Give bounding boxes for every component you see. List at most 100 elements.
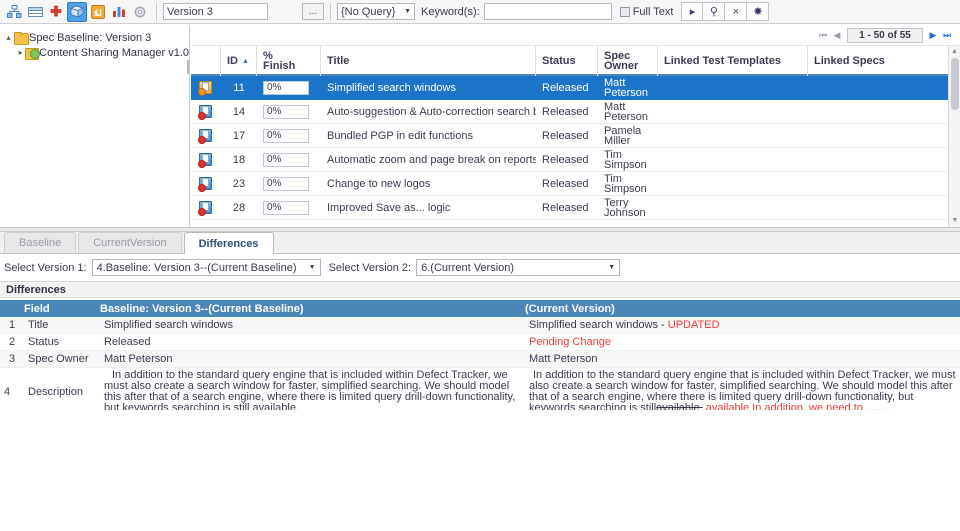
- diff-row-field: Status: [24, 334, 100, 350]
- differences-section-title: Differences: [6, 284, 66, 296]
- row-status: Released: [536, 148, 598, 172]
- table-row[interactable]: 3 Spec Owner Matt Peterson Matt Peterson: [0, 351, 960, 368]
- row-title: Automatic zoom and page break on reports: [321, 148, 536, 172]
- row-id: 17: [221, 124, 257, 148]
- query-select-value: {No Query}: [341, 6, 395, 18]
- scroll-up-icon[interactable]: ▲: [949, 46, 960, 58]
- row-owner-last: Peterson: [604, 88, 652, 98]
- table-row[interactable]: 28 0% Improved Save as... logic Released…: [191, 196, 960, 220]
- tree-node-content-sharing-manager[interactable]: ▸ Content Sharing Manager v1.0: [0, 45, 189, 60]
- row-pct-finish[interactable]: 0%: [263, 81, 309, 95]
- select-version-1-dropdown[interactable]: 4.Baseline: Version 3--(Current Baseline…: [92, 259, 321, 276]
- diff-row-baseline: Matt Peterson: [100, 351, 525, 367]
- pager-last-button[interactable]: ⏭: [940, 30, 954, 41]
- row-title: Auto-suggestion & Auto-correction search…: [321, 100, 536, 124]
- differences-table-body: 1 Title Simplified search windows Simpli…: [0, 317, 960, 417]
- row-spec-icon-cell: [191, 100, 221, 124]
- chart-bar-icon[interactable]: [109, 2, 129, 22]
- grid-header-status[interactable]: Status: [536, 46, 598, 76]
- select-version-2-dropdown[interactable]: 6.(Current Version) ▼: [416, 259, 620, 276]
- row-id: 11: [221, 76, 257, 100]
- full-text-checkbox[interactable]: Full Text: [620, 6, 674, 18]
- table-row[interactable]: 14 0% Auto-suggestion & Auto-correction …: [191, 100, 960, 124]
- tree-node-label: Spec Baseline: Version 3: [29, 32, 151, 44]
- table-row[interactable]: 2 Status Released Pending Change: [0, 334, 960, 351]
- grid-header-linked-specs-label: Linked Specs: [814, 55, 885, 67]
- add-defect-icon[interactable]: [46, 2, 66, 22]
- diff-current-separator: -: [658, 319, 668, 331]
- row-linked-tests: [658, 148, 808, 172]
- spec-icon: [199, 153, 213, 167]
- row-pct-finish[interactable]: 0%: [263, 105, 309, 119]
- diff-current-plain: Simplified search windows: [529, 319, 658, 331]
- grid-header-pct-finish[interactable]: % Finish: [257, 46, 321, 76]
- toolbar-icon-group: [0, 2, 150, 22]
- grid-header-title[interactable]: Title: [321, 46, 536, 76]
- row-status: Released: [536, 124, 598, 148]
- grid-header-id[interactable]: ID ▲: [221, 46, 257, 76]
- tab-baseline[interactable]: Baseline: [4, 232, 76, 253]
- clear-button[interactable]: ×: [725, 2, 747, 21]
- tree-twisty-expanded-icon[interactable]: ▴: [3, 33, 14, 42]
- row-owner-first: Matt: [604, 78, 652, 88]
- row-pct-finish[interactable]: 0%: [263, 177, 309, 191]
- org-chart-icon[interactable]: [4, 2, 24, 22]
- search-icon[interactable]: ⚲: [703, 2, 725, 21]
- grid-header-linked-test-templates[interactable]: Linked Test Templates: [658, 46, 808, 76]
- grid-header-status-label: Status: [542, 55, 576, 67]
- table-row[interactable]: 11 0% Simplified search windows Released…: [191, 76, 960, 100]
- grid-header-spec-owner[interactable]: Spec Owner: [598, 46, 658, 76]
- diff-row-current: Simplified search windows - UPDATED: [525, 317, 960, 333]
- diff-row-baseline: In addition to the standard query engine…: [100, 368, 525, 416]
- tree-panel-resize-handle[interactable]: [186, 60, 190, 76]
- diff-row-field: Spec Owner: [24, 351, 100, 367]
- row-linked-tests: [658, 100, 808, 124]
- pager-range-label: 1 - 50 of 55: [847, 28, 923, 43]
- advanced-search-button[interactable]: ✸: [747, 2, 769, 21]
- pager-prev-button[interactable]: ◀: [830, 30, 844, 41]
- row-pct-finish[interactable]: 0%: [263, 201, 309, 215]
- tab-current-version[interactable]: CurrentVersion: [78, 232, 181, 253]
- diff-row-num: 3: [0, 351, 24, 367]
- table-row[interactable]: 17 0% Bundled PGP in edit functions Rele…: [191, 124, 960, 148]
- query-select[interactable]: {No Query} ▼: [337, 3, 415, 20]
- grid-header-id-label: ID: [227, 55, 238, 67]
- row-status: Released: [536, 172, 598, 196]
- export-icon[interactable]: [88, 2, 108, 22]
- pager-first-button[interactable]: ⏮: [816, 30, 830, 41]
- row-spec-icon-cell: [191, 76, 221, 100]
- scroll-down-icon[interactable]: ▼: [949, 215, 960, 227]
- grid-header-title-label: Title: [327, 55, 349, 67]
- keyword-input[interactable]: [484, 3, 612, 20]
- diff-row-num: 2: [0, 334, 24, 350]
- version-browse-button[interactable]: ...: [302, 3, 324, 20]
- tab-differences[interactable]: Differences: [184, 232, 274, 254]
- spec-icon: [199, 105, 213, 119]
- select-version-1-label: Select Version 1:: [4, 262, 87, 274]
- row-owner-first: Pamela: [604, 126, 652, 136]
- row-spec-owner: Pamela Miller: [598, 124, 658, 148]
- spec-icon: [199, 129, 213, 143]
- row-pct-finish[interactable]: 0%: [263, 153, 309, 167]
- detail-tabs: Baseline CurrentVersion Differences: [0, 232, 960, 254]
- grid-body: 11 0% Simplified search windows Released…: [191, 76, 960, 225]
- row-pct-cell: 0%: [257, 172, 321, 196]
- version-input[interactable]: [163, 3, 268, 20]
- table-row[interactable]: 1 Title Simplified search windows Simpli…: [0, 317, 960, 334]
- row-pct-finish[interactable]: 0%: [263, 129, 309, 143]
- row-spec-owner: Tim Simpson: [598, 172, 658, 196]
- row-linked-specs: [808, 172, 948, 196]
- tree-node-spec-baseline[interactable]: ▴ Spec Baseline: Version 3: [0, 30, 189, 45]
- run-query-button[interactable]: ▸: [681, 2, 703, 21]
- grid-header-pct-line2: Finish: [263, 61, 295, 71]
- scrollbar-thumb[interactable]: [951, 58, 959, 110]
- table-row[interactable]: 23 0% Change to new logos Released Tim S…: [191, 172, 960, 196]
- spec-document-icon[interactable]: [67, 2, 87, 22]
- pager-next-button[interactable]: ▶: [926, 30, 940, 41]
- settings-gear-icon[interactable]: [130, 2, 150, 22]
- table-rows-icon[interactable]: [25, 2, 45, 22]
- grid-vertical-scrollbar[interactable]: ▲ ▼: [948, 46, 960, 227]
- grid-header-linked-specs[interactable]: Linked Specs: [808, 46, 948, 76]
- tree-twisty-collapsed-icon[interactable]: ▸: [16, 48, 25, 57]
- table-row[interactable]: 18 0% Automatic zoom and page break on r…: [191, 148, 960, 172]
